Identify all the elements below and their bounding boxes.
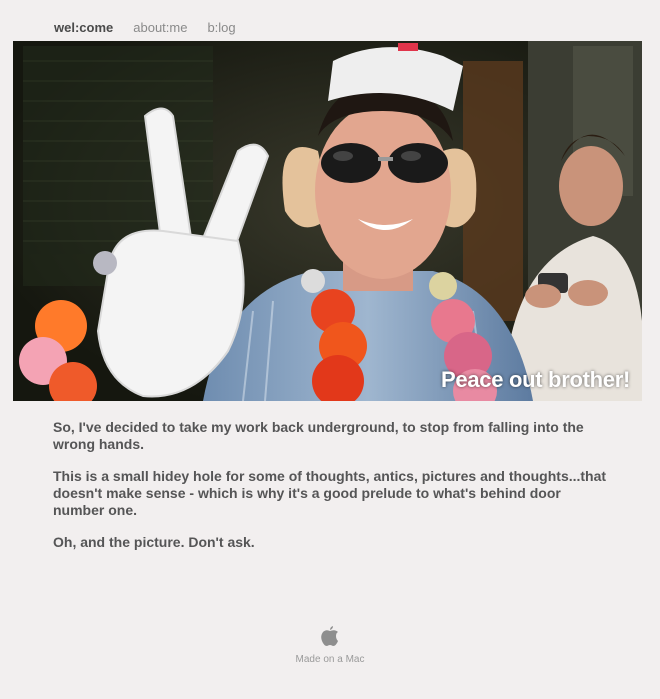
hero-caption: Peace out brother!: [441, 367, 630, 392]
intro-text: So, I've decided to take my work back un…: [53, 419, 613, 566]
footer: Made on a Mac: [0, 624, 660, 665]
intro-paragraph: So, I've decided to take my work back un…: [53, 419, 584, 452]
top-nav: wel:come about:me b:log: [54, 20, 236, 35]
page: wel:come about:me b:log Peace out brothe…: [0, 0, 660, 699]
nav-blog-link[interactable]: b:log: [207, 20, 235, 35]
hero-photo: Peace out brother!: [13, 41, 642, 401]
hero-photo-image: [13, 41, 642, 401]
apple-icon: [321, 626, 338, 646]
nav-welcome-link[interactable]: wel:come: [54, 20, 113, 35]
made-on-mac-text: Made on a Mac: [295, 654, 365, 665]
intro-paragraph: Oh, and the picture. Don't ask.: [53, 534, 255, 550]
intro-paragraph: This is a small hidey hole for some of t…: [53, 468, 607, 518]
nav-about-link[interactable]: about:me: [133, 20, 187, 35]
